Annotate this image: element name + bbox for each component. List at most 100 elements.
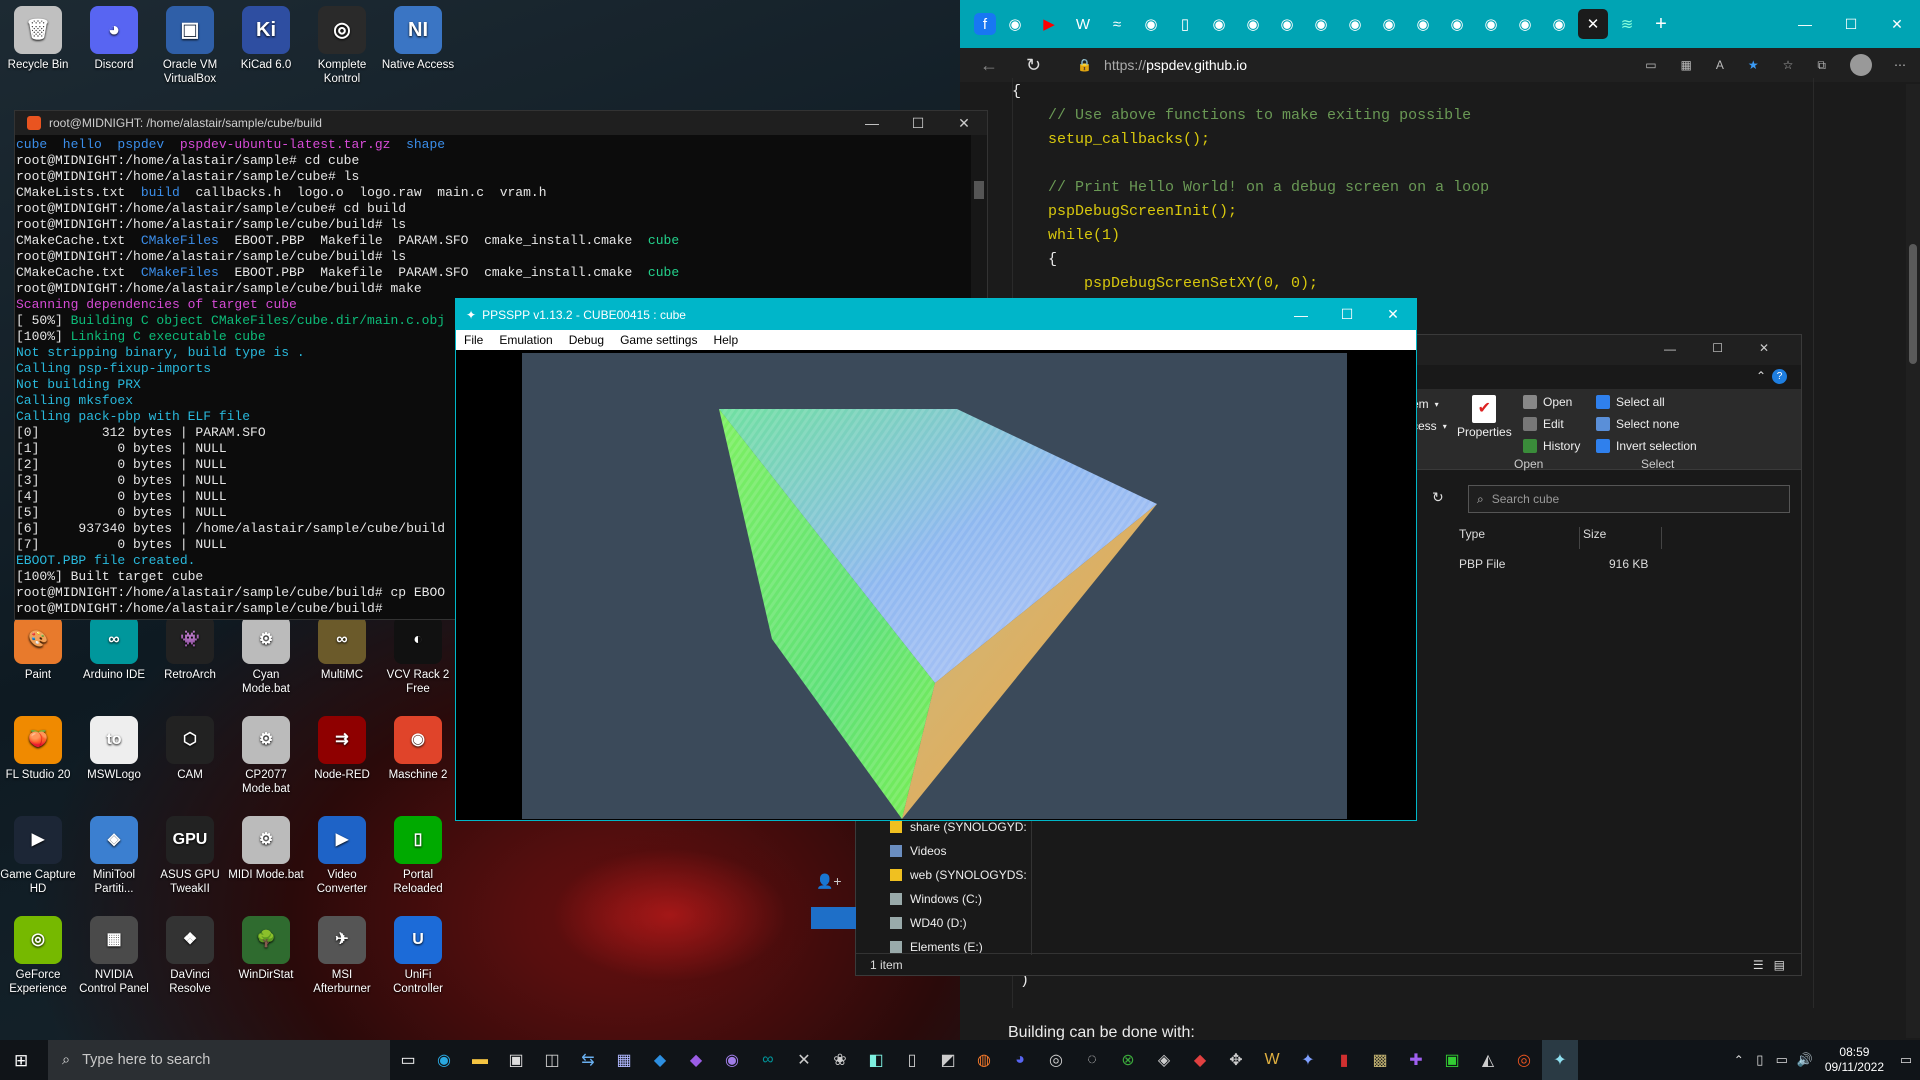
favorite-star-icon[interactable]: ★ <box>1748 58 1759 72</box>
start-windows-icon[interactable]: ⊞ <box>14 1051 28 1071</box>
details-view-icon[interactable]: ☰ <box>1753 958 1764 972</box>
desktop-icon[interactable]: ▯ Portal Reloaded <box>380 816 456 896</box>
desktop-icon[interactable]: ▶ Game Capture HD <box>0 816 76 896</box>
visual-studio-icon[interactable]: ◆ <box>678 1040 714 1080</box>
file-row-type[interactable]: PBP File <box>1459 557 1505 571</box>
desktop-icon[interactable]: NI Native Access <box>380 6 456 72</box>
volume-icon[interactable]: 🔊 <box>1793 1040 1817 1080</box>
edge-icon[interactable]: ◉ <box>426 1040 462 1080</box>
nav-item[interactable]: web (SYNOLOGYDS: <box>856 863 1031 887</box>
apps-icon[interactable]: ▦ <box>1681 58 1692 72</box>
close-icon[interactable]: ✕ <box>941 115 987 132</box>
file-explorer-icon[interactable]: ▬ <box>462 1040 498 1080</box>
blender-icon[interactable]: ◍ <box>966 1040 1002 1080</box>
minimize-icon[interactable]: — <box>1664 342 1676 356</box>
tab-wikipedia[interactable]: W <box>1068 9 1098 39</box>
app-icon[interactable]: ▦ <box>606 1040 642 1080</box>
tab-github[interactable]: ◉ <box>1272 9 1302 39</box>
properties-button[interactable]: ✔ Properties <box>1457 395 1512 439</box>
nav-item[interactable]: Videos <box>856 839 1031 863</box>
tab-facebook[interactable]: f <box>974 13 996 35</box>
new-tab-button[interactable]: + <box>1646 9 1676 39</box>
select-all-button[interactable]: Select all <box>1596 395 1665 409</box>
help-icon[interactable]: ? <box>1772 369 1787 384</box>
scrollbar-thumb[interactable] <box>974 181 984 199</box>
app-icon[interactable]: ✚ <box>1398 1040 1434 1080</box>
app-icon[interactable]: ◫ <box>534 1040 570 1080</box>
app-icon[interactable]: ▣ <box>1434 1040 1470 1080</box>
tab-youtube[interactable]: ▶ <box>1034 9 1064 39</box>
ribbon-edit-button[interactable]: Edit <box>1523 417 1564 431</box>
file-row-size[interactable]: 916 KB <box>1609 557 1648 571</box>
app-icon[interactable]: ◈ <box>1146 1040 1182 1080</box>
desktop-icon[interactable]: ⚙ MIDI Mode.bat <box>228 816 304 882</box>
desktop-icon[interactable]: ✈ MSI Afterburner <box>304 916 380 996</box>
page-scrollbar[interactable] <box>1906 84 1920 1038</box>
invert-selection-button[interactable]: Invert selection <box>1596 439 1697 453</box>
close-icon[interactable]: ✕ <box>1759 341 1769 355</box>
profile-avatar[interactable] <box>1850 54 1872 76</box>
unity-icon[interactable]: ◭ <box>1470 1040 1506 1080</box>
nav-item[interactable]: WD40 (D:) <box>856 911 1031 935</box>
desktop-icon[interactable]: ◎ GeForce Experience <box>0 916 76 996</box>
tab-github[interactable]: ◉ <box>1476 9 1506 39</box>
store-icon[interactable]: ▣ <box>498 1040 534 1080</box>
menu-emulation[interactable]: Emulation <box>499 333 552 347</box>
task-view-icon[interactable]: ▭ <box>390 1040 426 1080</box>
app-icon[interactable]: ▮ <box>1326 1040 1362 1080</box>
tab-github[interactable]: ◉ <box>1136 9 1166 39</box>
close-icon[interactable]: ✕ <box>1874 16 1920 33</box>
tab-github[interactable]: ◉ <box>1238 9 1268 39</box>
desktop-icon[interactable]: ⬡ CAM <box>152 716 228 782</box>
app-icon[interactable]: ⇆ <box>570 1040 606 1080</box>
desktop-icon[interactable]: ◐ VCV Rack 2 Free <box>380 616 456 696</box>
maximize-icon[interactable]: ☐ <box>1324 306 1370 323</box>
column-header-type[interactable]: Type <box>1459 527 1580 549</box>
app-icon[interactable]: ▩ <box>1362 1040 1398 1080</box>
tab-document[interactable]: ▯ <box>1170 9 1200 39</box>
column-header-size[interactable]: Size <box>1578 527 1662 549</box>
app-icon[interactable]: ◆ <box>1182 1040 1218 1080</box>
scrollbar-thumb[interactable] <box>1909 244 1917 364</box>
desktop-icon[interactable]: 🍑 FL Studio 20 <box>0 716 76 782</box>
notifications-icon[interactable]: ▭ <box>1892 1040 1920 1080</box>
github-icon[interactable]: ◉ <box>714 1040 750 1080</box>
taskbar-search[interactable]: ⌕ Type here to search <box>48 1040 390 1080</box>
app-icon[interactable]: ◩ <box>930 1040 966 1080</box>
menu-game-settings[interactable]: Game settings <box>620 333 697 347</box>
collapse-ribbon-icon[interactable]: ⌃ <box>1756 369 1766 383</box>
steam-icon[interactable]: ◎ <box>1038 1040 1074 1080</box>
show-hidden-icons[interactable]: ⌃ <box>1729 1040 1749 1080</box>
tab-pspdev[interactable]: ≋ <box>1612 9 1642 39</box>
emulator-screen[interactable] <box>522 353 1347 819</box>
desktop-icon[interactable]: U UniFi Controller <box>380 916 456 996</box>
tab-github[interactable]: ◉ <box>1340 9 1370 39</box>
maximize-icon[interactable]: ☐ <box>895 115 941 132</box>
desktop-icon[interactable]: ◕ Discord <box>76 6 152 72</box>
ppsspp-icon[interactable]: ✦ <box>1542 1040 1578 1080</box>
maximize-icon[interactable]: ☐ <box>1712 341 1723 355</box>
desktop-icon[interactable]: ∞ MultiMC <box>304 616 380 682</box>
desktop-icon[interactable]: GPU ASUS GPU TweakII <box>152 816 228 896</box>
ribbon-open-button[interactable]: Open <box>1523 395 1572 409</box>
nav-item[interactable]: Windows (C:) <box>856 887 1031 911</box>
select-none-button[interactable]: Select none <box>1596 417 1679 431</box>
address-bar[interactable]: https://pspdev.github.io <box>1104 57 1247 73</box>
menu-debug[interactable]: Debug <box>569 333 604 347</box>
desktop-icon[interactable]: ◎ Komplete Kontrol <box>304 6 380 86</box>
desktop-icon[interactable]: Ki KiCad 6.0 <box>228 6 304 72</box>
add-user-icon[interactable]: 👤+ <box>816 873 842 890</box>
collections-icon[interactable]: ⧉ <box>1817 58 1826 73</box>
desktop-icon[interactable]: ❖ DaVinci Resolve <box>152 916 228 996</box>
tab-github[interactable]: ◉ <box>1000 9 1030 39</box>
app-icon[interactable]: ◧ <box>858 1040 894 1080</box>
xbox-icon[interactable]: ⊗ <box>1110 1040 1146 1080</box>
tiles-view-icon[interactable]: ▤ <box>1774 958 1785 972</box>
tab-github[interactable]: ◉ <box>1408 9 1438 39</box>
app-icon[interactable]: ❀ <box>822 1040 858 1080</box>
desktop-icon[interactable]: 🌳 WinDirStat <box>228 916 304 982</box>
desktop-icon[interactable]: ⇉ Node-RED <box>304 716 380 782</box>
terminal-icon[interactable]: ▯ <box>894 1040 930 1080</box>
minimize-icon[interactable]: — <box>1278 307 1324 323</box>
tab-github[interactable]: ◉ <box>1306 9 1336 39</box>
